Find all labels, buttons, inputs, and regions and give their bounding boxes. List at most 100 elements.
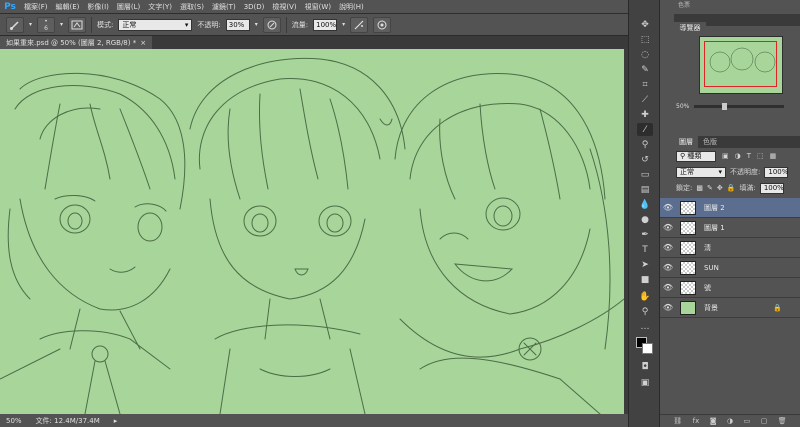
separator (91, 16, 93, 33)
navigator-view-box[interactable] (704, 41, 777, 87)
sketch-stroke (0, 348, 61, 380)
dodge-tool-icon[interactable]: ● (637, 213, 653, 226)
gradient-tool-icon[interactable]: ▤ (637, 183, 653, 196)
lock-transparent-icon[interactable]: ▩ (696, 184, 703, 192)
menu-help[interactable]: 說明(H) (335, 2, 368, 12)
lasso-tool-icon[interactable]: ◌ (637, 48, 653, 61)
visibility-eye-icon[interactable]: 👁 (660, 203, 676, 212)
layer-row[interactable]: 👁 圖層 1 (660, 218, 800, 238)
menu-filter[interactable]: 濾鏡(T) (208, 2, 240, 12)
type-tool-icon[interactable]: T (637, 243, 653, 256)
visibility-eye-icon[interactable]: 👁 (660, 263, 676, 272)
mode-select[interactable]: 正常 ▾ (118, 18, 193, 31)
airbrush-icon[interactable] (350, 16, 369, 33)
adjustment-layer-icon[interactable]: ◑ (727, 417, 733, 425)
visibility-eye-icon[interactable]: 👁 (660, 303, 676, 312)
mode-value: 正常 (122, 20, 137, 29)
blend-mode-select[interactable]: 正常 ▾ (676, 166, 726, 178)
brush-preset-dropdown-icon[interactable]: ▾ (29, 21, 32, 28)
screen-mode-icon[interactable]: ▣ (637, 376, 653, 389)
marquee-tool-icon[interactable]: ⬚ (637, 33, 653, 46)
menu-select[interactable]: 選取(S) (176, 2, 208, 12)
layer-row[interactable]: 👁 淸 (660, 238, 800, 258)
filter-adjust-icon[interactable]: ◑ (735, 152, 741, 160)
photoshop-logo: Ps (4, 1, 16, 12)
zoom-tool-icon[interactable]: ⚲ (637, 305, 653, 318)
menu-layer[interactable]: 圖層(L) (113, 2, 144, 12)
sketch-stroke (251, 213, 269, 233)
history-brush-tool-icon[interactable]: ↺ (637, 153, 653, 166)
layer-filter-select[interactable]: ⚲ 種類 (676, 150, 716, 162)
layer-row[interactable]: 👁 SUN (660, 258, 800, 278)
document-canvas[interactable] (0, 49, 624, 414)
swatches-tab[interactable]: 色票 (678, 0, 690, 9)
pressure-opacity-icon[interactable] (262, 16, 281, 33)
path-select-tool-icon[interactable]: ➤ (637, 258, 653, 271)
status-arrow-icon[interactable]: ▸ (114, 417, 118, 425)
quick-select-tool-icon[interactable]: ✎ (637, 63, 653, 76)
navigator-zoom[interactable]: 50% (676, 103, 689, 110)
zoom-slider-handle[interactable] (722, 103, 727, 110)
move-tool-icon[interactable]: ✥ (637, 18, 653, 31)
healing-brush-tool-icon[interactable]: ✚ (637, 108, 653, 121)
opacity-input[interactable]: 30% (225, 18, 250, 31)
flow-input[interactable]: 100% (313, 18, 338, 31)
clone-stamp-tool-icon[interactable]: ⚲ (637, 138, 653, 151)
layer-opacity-input[interactable]: 100% (764, 166, 788, 178)
menu-type[interactable]: 文字(Y) (144, 2, 176, 12)
status-zoom[interactable]: 50% (6, 417, 22, 425)
quick-mask-icon[interactable]: ◘ (637, 360, 653, 373)
layer-row[interactable]: 👁 圖層 2 (660, 198, 800, 218)
filter-type-icon[interactable]: T (747, 152, 751, 160)
new-layer-icon[interactable]: ▢ (761, 417, 768, 425)
filter-smart-icon[interactable]: ▦ (770, 152, 777, 160)
add-mask-icon[interactable]: ◙ (710, 417, 717, 425)
crop-tool-icon[interactable]: ⌗ (637, 78, 653, 91)
brush-size-picker[interactable]: • 6 (37, 16, 56, 33)
visibility-eye-icon[interactable]: 👁 (660, 243, 676, 252)
fill-input[interactable]: 100% (759, 182, 784, 194)
navigator-tab[interactable]: 導覽器 (674, 22, 706, 34)
document-tab[interactable]: 如果重來.psd @ 50% (圖層 2, RGB/8) * × (0, 36, 153, 49)
link-layers-icon[interactable]: ⛓ (673, 417, 682, 425)
visibility-eye-icon[interactable]: 👁 (660, 223, 676, 232)
lock-position-icon[interactable]: ✥ (717, 184, 723, 192)
menu-file[interactable]: 檔案(F) (20, 2, 52, 12)
more-tools-icon[interactable]: … (637, 320, 653, 333)
new-group-icon[interactable]: ▭ (744, 417, 751, 425)
sketch-stroke (19, 198, 171, 311)
opacity-dropdown-icon[interactable]: ▾ (255, 21, 258, 28)
eraser-tool-icon[interactable]: ▭ (637, 168, 653, 181)
layer-row[interactable]: 👁 號 (660, 278, 800, 298)
brush-size-dropdown-icon[interactable]: ▾ (60, 21, 63, 28)
lock-all-icon[interactable]: 🔒 (727, 184, 736, 192)
menu-edit[interactable]: 編輯(E) (52, 2, 84, 12)
layer-row[interactable]: 👁 背景 🔒 (660, 298, 800, 318)
flow-dropdown-icon[interactable]: ▾ (342, 21, 345, 28)
brush-panel-toggle-icon[interactable] (68, 16, 87, 33)
visibility-eye-icon[interactable]: 👁 (660, 283, 676, 292)
lock-image-icon[interactable]: ✎ (707, 184, 713, 192)
menu-3d[interactable]: 3D(D) (240, 3, 269, 11)
shape-tool-icon[interactable]: ■ (637, 273, 653, 286)
trash-icon[interactable]: 🗑 (778, 417, 787, 425)
menu-view[interactable]: 檢視(V) (268, 2, 300, 12)
tab-channels[interactable]: 色版 (698, 136, 722, 148)
layer-style-icon[interactable]: fx (693, 417, 700, 425)
filter-pixel-icon[interactable]: ▣ (722, 152, 729, 160)
close-tab-icon[interactable]: × (140, 39, 146, 47)
brush-tool-icon[interactable]: ⁄ (637, 123, 653, 136)
eyedropper-tool-icon[interactable]: ⟋ (637, 93, 653, 106)
blur-tool-icon[interactable]: 💧 (637, 198, 653, 211)
background-color-swatch[interactable] (642, 343, 653, 354)
navigator-preview[interactable] (699, 36, 783, 94)
menu-image[interactable]: 影像(I) (83, 2, 113, 12)
menu-window[interactable]: 視窗(W) (301, 2, 335, 12)
hand-tool-icon[interactable]: ✋ (637, 290, 653, 303)
navigator-zoom-slider[interactable] (694, 103, 784, 110)
filter-shape-icon[interactable]: ⬚ (757, 152, 764, 160)
pressure-size-icon[interactable] (373, 16, 392, 33)
tab-layers[interactable]: 圖層 (674, 136, 698, 148)
pen-tool-icon[interactable]: ✒ (637, 228, 653, 241)
brush-preset-icon[interactable] (6, 16, 24, 33)
